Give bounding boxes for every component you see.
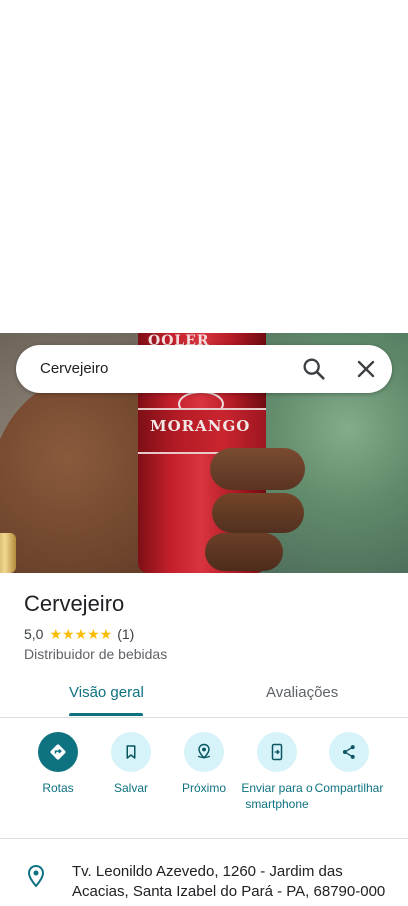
divider [0, 717, 408, 718]
star-rating-icon: ★★★★★ [49, 625, 113, 642]
place-category: Distribuidor de bebidas [24, 646, 168, 662]
bottle-label-text: MORANGO [150, 417, 251, 435]
send-to-phone-button[interactable]: Enviar para o smartphone [238, 732, 316, 812]
nearby-label: Próximo [181, 781, 226, 795]
blank-top-area [0, 0, 408, 333]
directions-button[interactable]: Rotas [19, 732, 97, 796]
send-to-phone-icon [257, 732, 297, 772]
bookmark-icon [111, 732, 151, 772]
directions-label: Rotas [42, 781, 74, 795]
close-icon[interactable] [352, 355, 380, 383]
tab-selected-indicator [69, 713, 143, 716]
ring-shape [0, 533, 16, 573]
directions-icon [38, 732, 78, 772]
rating-row[interactable]: 5,0 ★★★★★ (1) [24, 625, 134, 643]
search-bar[interactable]: Cervejeiro [16, 345, 392, 393]
send-to-phone-label: Enviar para o smartphone [241, 781, 313, 811]
review-count: (1) [117, 626, 135, 642]
location-pin-icon [24, 864, 48, 888]
address-text[interactable]: Tv. Leonildo Azevedo, 1260 - Jardim das … [72, 862, 392, 902]
save-button[interactable]: Salvar [92, 732, 170, 796]
search-icon[interactable] [300, 355, 328, 383]
nearby-icon [184, 732, 224, 772]
share-label: Compartilhar [314, 781, 384, 795]
save-label: Salvar [113, 781, 148, 795]
finger-shape [210, 448, 305, 490]
share-icon [329, 732, 369, 772]
rating-value: 5,0 [24, 626, 44, 642]
tab-reviews[interactable]: Avaliações [266, 684, 338, 718]
share-button[interactable]: Compartilhar [310, 732, 388, 796]
nearby-button[interactable]: Próximo [165, 732, 243, 796]
search-query[interactable]: Cervejeiro [40, 360, 108, 377]
finger-shape [212, 493, 304, 533]
finger-shape [205, 533, 283, 571]
divider [0, 838, 408, 839]
place-title: Cervejeiro [24, 591, 125, 616]
